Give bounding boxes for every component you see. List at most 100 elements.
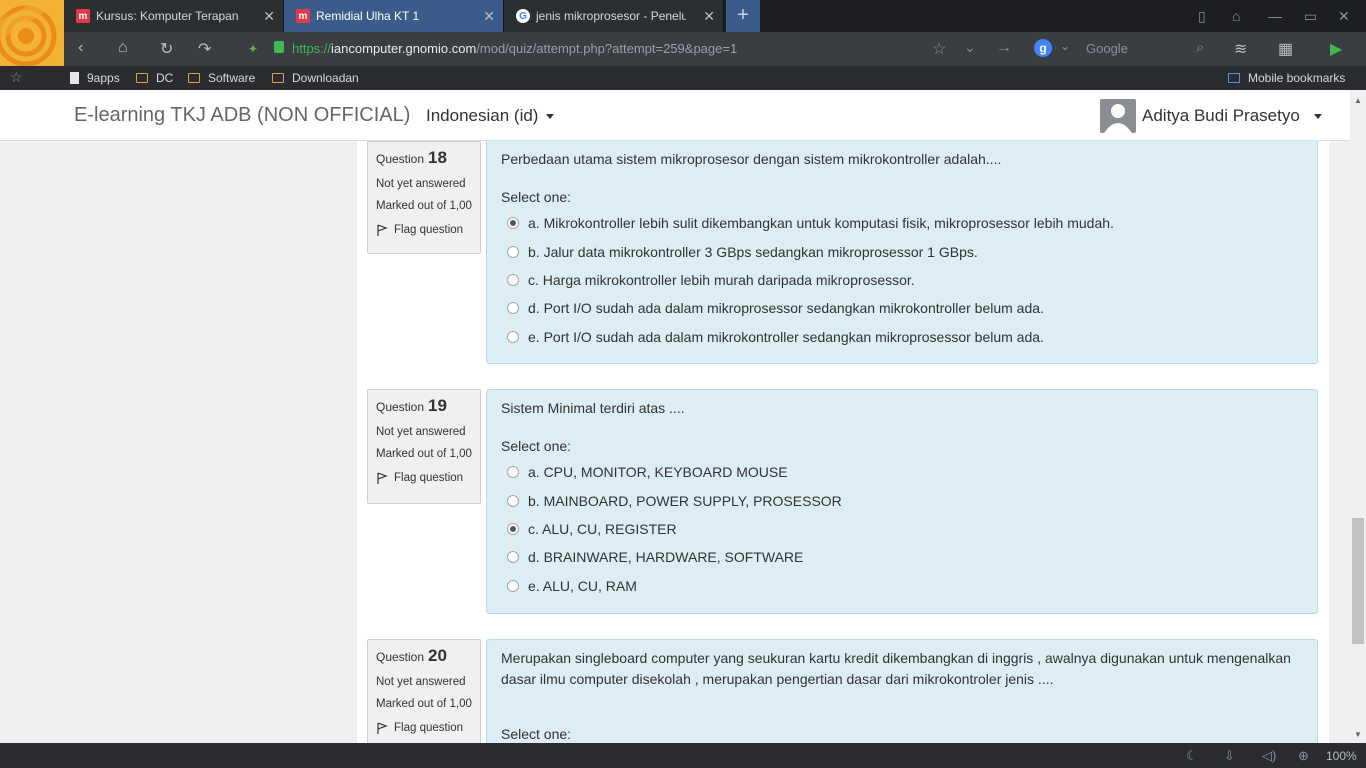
- radio-button[interactable]: [507, 245, 519, 258]
- search-engine-icon[interactable]: g: [1034, 39, 1052, 57]
- chevron-down-icon[interactable]: ⌄: [964, 39, 976, 56]
- radio-button[interactable]: [507, 494, 519, 507]
- tab-remidial[interactable]: m Remidial Ulha KT 1 ✕: [284, 0, 504, 32]
- radio-button[interactable]: [507, 522, 519, 535]
- answer-option[interactable]: d. BRAINWARE, HARDWARE, SOFTWARE: [501, 543, 1303, 571]
- select-one-label: Select one:: [501, 189, 572, 205]
- mobile-bookmarks-label: Mobile bookmarks: [1248, 71, 1346, 85]
- question-num: 18: [428, 148, 447, 167]
- radio-button[interactable]: [507, 551, 519, 564]
- download-icon[interactable]: ⇩: [1224, 748, 1235, 764]
- star-icon[interactable]: ☆: [932, 39, 946, 59]
- answer-text[interactable]: b. MAINBOARD, POWER SUPPLY, PROSESSOR: [528, 493, 842, 509]
- question-text: Merupakan singleboard computer yang seuk…: [501, 650, 1291, 687]
- answer-text[interactable]: e. ALU, CU, RAM: [528, 578, 637, 594]
- close-icon[interactable]: ✕: [483, 8, 495, 25]
- wifi-icon[interactable]: ≋: [1234, 39, 1247, 59]
- select-one-label: Select one:: [501, 438, 572, 454]
- answer-text[interactable]: e. Port I/O sudah ada dalam mikrokontrol…: [528, 329, 1044, 345]
- answer-text[interactable]: d. BRAINWARE, HARDWARE, SOFTWARE: [528, 549, 803, 565]
- reload-icon[interactable]: ↻: [160, 39, 173, 59]
- answer-option[interactable]: a. CPU, MONITOR, KEYBOARD MOUSE: [501, 458, 1303, 486]
- page-icon: [70, 72, 79, 84]
- browser-logo[interactable]: [0, 0, 64, 66]
- tab-kursus[interactable]: m Kursus: Komputer Terapan ✕: [64, 0, 284, 32]
- flag-question-button[interactable]: Flag question: [376, 472, 472, 484]
- forward-icon[interactable]: →: [996, 39, 1012, 57]
- answer-text[interactable]: c. Harga mikrokontroller lebih murah dar…: [528, 272, 915, 288]
- tab-list-icon[interactable]: ▯: [1198, 8, 1206, 25]
- maximize-icon[interactable]: ▭: [1304, 8, 1317, 25]
- question-number: Question 18: [376, 148, 472, 168]
- answer-option[interactable]: c. Harga mikrokontroller lebih murah dar…: [501, 266, 1303, 294]
- question-label: Question: [376, 650, 425, 664]
- answer-option[interactable]: e. Port I/O sudah ada dalam mikrokontrol…: [501, 323, 1303, 351]
- answer-text[interactable]: a. Mikrokontroller lebih sulit dikembang…: [528, 215, 1114, 231]
- window-close-icon[interactable]: ✕: [1338, 8, 1350, 25]
- user-name: Aditya Budi Prasetyo: [1142, 106, 1300, 125]
- question-info: Question 20 Not yet answered Marked out o…: [367, 639, 481, 743]
- radio-button[interactable]: [507, 330, 519, 343]
- answer-option[interactable]: d. Port I/O sudah ada dalam mikroprosess…: [501, 294, 1303, 322]
- radio-button[interactable]: [507, 217, 519, 230]
- radio-button[interactable]: [507, 466, 519, 479]
- radio-button[interactable]: [507, 579, 519, 592]
- flag-question-button[interactable]: Flag question: [376, 224, 472, 236]
- answer-text[interactable]: b. Jalur data mikrokontroller 3 GBps sed…: [528, 244, 978, 260]
- zoom-icon[interactable]: ⊕: [1298, 748, 1309, 764]
- question-state: Not yet answered: [376, 178, 466, 190]
- question-num: 20: [428, 646, 447, 665]
- radio-button[interactable]: [507, 273, 519, 286]
- download-manager-icon[interactable]: ▶: [1330, 39, 1342, 59]
- page-scrollbar[interactable]: ▲ ▼: [1350, 90, 1366, 743]
- back-icon[interactable]: ‹: [78, 39, 83, 57]
- avatar[interactable]: [1100, 99, 1136, 133]
- answer-option[interactable]: e. ALU, CU, RAM: [501, 572, 1303, 600]
- scroll-up-icon[interactable]: ▲: [1354, 96, 1362, 105]
- zoom-level[interactable]: 100%: [1326, 749, 1357, 763]
- undo-close-icon[interactable]: ↷: [198, 39, 211, 59]
- search-input[interactable]: Google: [1086, 41, 1128, 56]
- volume-icon[interactable]: ◁): [1262, 748, 1276, 764]
- question-info: Question 19 Not yet answered Marked out o…: [367, 389, 481, 504]
- star-icon[interactable]: ☆: [10, 69, 23, 86]
- bookmark-dc[interactable]: DC: [136, 71, 173, 85]
- close-icon[interactable]: ✕: [263, 8, 275, 25]
- answer-option[interactable]: c. ALU, CU, REGISTER: [501, 515, 1303, 543]
- home-icon[interactable]: ⌂: [118, 39, 128, 57]
- chevron-down-icon[interactable]: ⌄: [1060, 39, 1070, 53]
- answer-text[interactable]: a. CPU, MONITOR, KEYBOARD MOUSE: [528, 464, 788, 480]
- address-bar[interactable]: ✦ https://iancomputer.gnomio.com/mod/qui…: [244, 36, 1024, 62]
- url-text[interactable]: https://iancomputer.gnomio.com/mod/quiz/…: [292, 41, 737, 56]
- new-tab-button[interactable]: +: [726, 0, 760, 32]
- skin-icon[interactable]: ⌂: [1232, 8, 1240, 24]
- mobile-bookmarks-icon: [1228, 73, 1240, 83]
- bookmark-9apps[interactable]: 9apps: [70, 71, 120, 85]
- tab-google-search[interactable]: G jenis mikroprosesor - Penelu ✕: [504, 0, 724, 32]
- extension-icon[interactable]: ✦: [248, 42, 258, 56]
- bookmark-software[interactable]: Software: [188, 71, 255, 85]
- search-icon[interactable]: ⌕: [1196, 39, 1204, 56]
- site-brand[interactable]: E-learning TKJ ADB (NON OFFICIAL): [74, 104, 410, 127]
- mobile-bookmarks[interactable]: Mobile bookmarks: [1228, 71, 1345, 85]
- close-icon[interactable]: ✕: [703, 8, 715, 25]
- url-path: /mod/quiz/attempt.php?attempt=259&page=1: [476, 41, 738, 56]
- night-mode-icon[interactable]: ☾: [1186, 748, 1198, 764]
- minimize-icon[interactable]: —: [1268, 8, 1282, 24]
- radio-button[interactable]: [507, 302, 519, 315]
- bookmark-downloadan[interactable]: Downloadan: [272, 71, 359, 85]
- language-menu[interactable]: Indonesian (id): [426, 106, 555, 126]
- search-box[interactable]: g ⌄ Google ⌕: [1032, 36, 1222, 62]
- answer-option[interactable]: b. Jalur data mikrokontroller 3 GBps sed…: [501, 237, 1303, 265]
- apps-grid-icon[interactable]: ▦: [1278, 39, 1293, 59]
- answer-option[interactable]: a. Mikrokontroller lebih sulit dikembang…: [501, 209, 1303, 237]
- scrollbar-thumb[interactable]: [1352, 518, 1364, 644]
- user-menu[interactable]: Aditya Budi Prasetyo: [1142, 106, 1322, 126]
- answer-option[interactable]: b. MAINBOARD, POWER SUPPLY, PROSESSOR: [501, 486, 1303, 514]
- flag-question-button[interactable]: Flag question: [376, 722, 472, 734]
- answer-text[interactable]: d. Port I/O sudah ada dalam mikroprosess…: [528, 300, 1044, 316]
- scroll-down-icon[interactable]: ▼: [1354, 730, 1362, 739]
- answer-list: a. Mikrokontroller lebih sulit dikembang…: [501, 209, 1303, 351]
- answer-text[interactable]: c. ALU, CU, REGISTER: [528, 521, 677, 537]
- tab-title: Remidial Ulha KT 1: [316, 9, 420, 23]
